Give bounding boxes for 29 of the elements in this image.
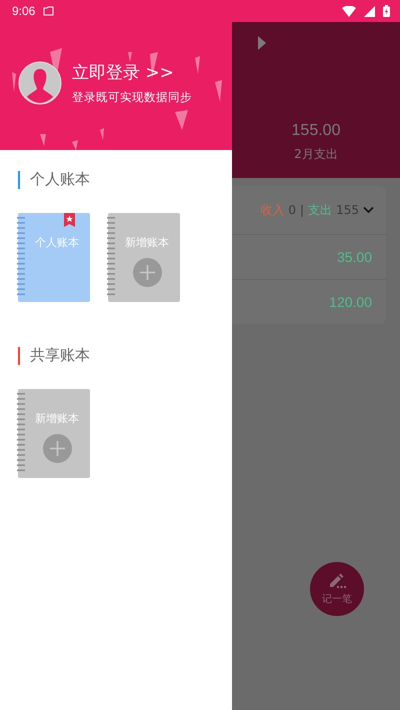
add-record-button[interactable]: 记一笔 <box>310 562 364 616</box>
status-time: 9:06 <box>12 4 36 18</box>
battery-icon <box>383 5 390 17</box>
notebook[interactable]: 新增账本 <box>108 213 180 302</box>
add-icon <box>42 434 72 463</box>
expense-label: 支出 <box>308 202 332 218</box>
avatar-icon[interactable] <box>18 61 62 105</box>
record-amount: 35.00 <box>336 249 372 265</box>
login-link[interactable]: 立即登录 >> <box>72 61 192 84</box>
play-arrow-icon[interactable] <box>258 36 266 50</box>
book-title: 新增账本 <box>34 411 79 426</box>
book-title: 新增账本 <box>124 235 169 250</box>
separator: | <box>300 203 304 217</box>
pencil-icon <box>327 572 347 588</box>
signal-icon <box>364 6 375 16</box>
expense-amount: 155.00 <box>292 122 340 140</box>
notification-icon <box>43 6 54 16</box>
record-amount: 120.00 <box>329 294 372 310</box>
book-title: 个人账本 <box>34 235 79 250</box>
notebook[interactable]: 新增账本 <box>18 389 90 478</box>
section-title: 个人账本 <box>30 170 90 189</box>
wifi-icon <box>342 6 356 16</box>
add-icon <box>132 258 162 287</box>
notebook[interactable]: 个人账本 <box>18 213 90 302</box>
chevron-down-icon[interactable] <box>363 206 374 214</box>
section-title: 共享账本 <box>30 346 90 365</box>
expense-label: 2月支出 <box>294 146 338 163</box>
income-label: 收入 <box>260 202 284 218</box>
login-hint: 登录既可实现数据同步 <box>72 90 192 105</box>
